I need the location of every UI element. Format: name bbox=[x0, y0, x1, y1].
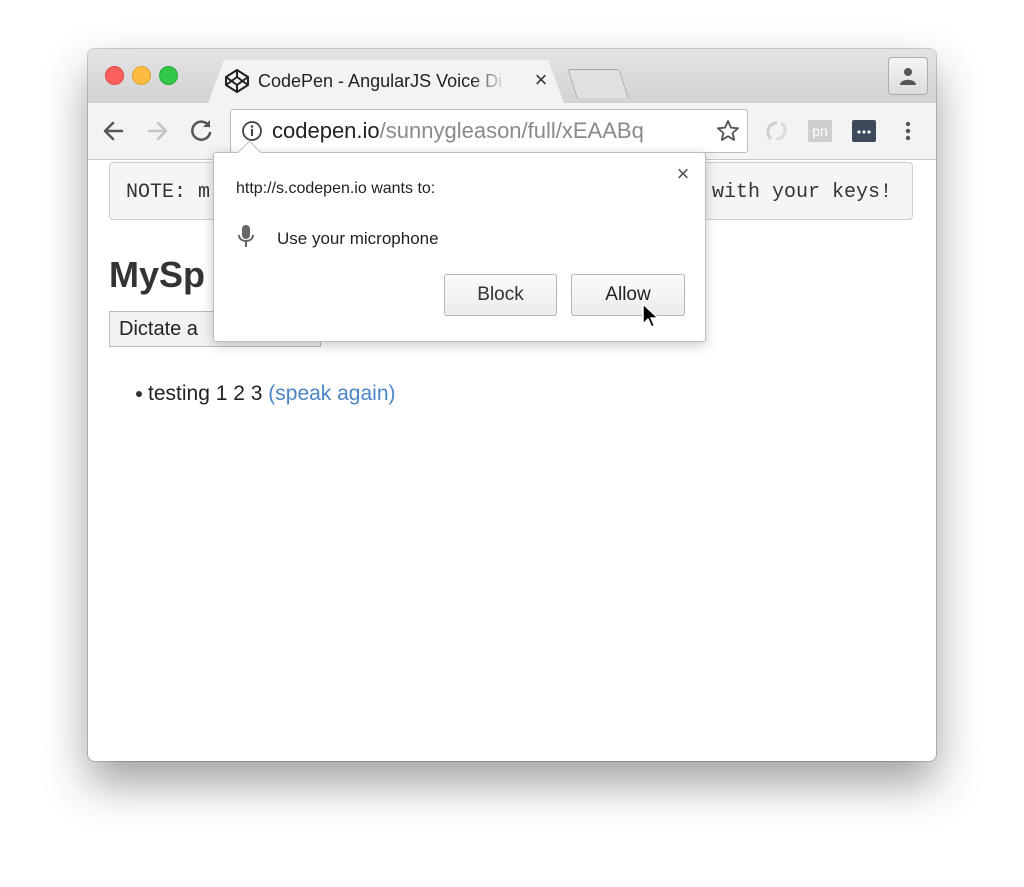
back-arrow-icon[interactable] bbox=[100, 117, 128, 145]
close-window-button[interactable] bbox=[105, 66, 124, 85]
tab-title: CodePen - AngularJS Voice Di bbox=[258, 71, 503, 91]
menu-kebab-icon[interactable] bbox=[900, 119, 916, 143]
microphone-icon bbox=[238, 225, 254, 247]
url-domain: codepen.io bbox=[272, 118, 380, 143]
mouse-cursor-icon bbox=[642, 303, 659, 328]
list-item: testing 1 2 3 (speak again) bbox=[136, 382, 396, 406]
transcript-text: testing 1 2 3 bbox=[148, 382, 263, 405]
profile-button[interactable] bbox=[888, 57, 928, 95]
info-icon[interactable] bbox=[241, 120, 263, 142]
note-text-end: with your keys! bbox=[711, 181, 892, 204]
bookmark-star-icon[interactable] bbox=[716, 119, 740, 143]
codepen-logo-icon bbox=[225, 69, 249, 93]
close-icon[interactable]: × bbox=[672, 163, 694, 185]
title-bar: CodePen - AngularJS Voice Di × bbox=[88, 49, 936, 103]
allow-button[interactable]: Allow bbox=[571, 274, 685, 316]
popup-origin-text: http://s.codepen.io wants to: bbox=[236, 180, 436, 197]
new-tab-button[interactable] bbox=[567, 69, 629, 98]
extension-icon[interactable] bbox=[764, 119, 790, 143]
minimize-window-button[interactable] bbox=[132, 66, 151, 85]
reload-icon[interactable] bbox=[188, 117, 216, 145]
tab-close-icon[interactable]: × bbox=[530, 68, 552, 92]
zoom-window-button[interactable] bbox=[159, 66, 178, 85]
pn-extension-icon[interactable]: pn bbox=[807, 119, 833, 143]
page-title: MySp bbox=[109, 254, 206, 295]
person-icon bbox=[900, 68, 916, 85]
permission-label: Use your microphone bbox=[277, 229, 439, 248]
tab-codepen[interactable]: CodePen - AngularJS Voice Di × bbox=[208, 60, 564, 103]
permission-popup: × http://s.codepen.io wants to: Use your… bbox=[213, 140, 706, 342]
speak-again-link[interactable]: (speak again) bbox=[268, 382, 395, 405]
url-text: codepen.io/sunnygleason/full/xEAABq bbox=[272, 118, 644, 144]
more-extension-icon[interactable] bbox=[851, 119, 877, 143]
url-path: /sunnygleason/full/xEAABq bbox=[379, 118, 644, 143]
note-text-start: NOTE: m bbox=[126, 181, 211, 204]
svg-text:pn: pn bbox=[812, 123, 828, 139]
forward-arrow-icon[interactable] bbox=[143, 117, 171, 145]
address-bar[interactable]: codepen.io/sunnygleason/full/xEAABq bbox=[230, 109, 748, 153]
bullet-icon bbox=[136, 391, 142, 397]
block-button[interactable]: Block bbox=[444, 274, 557, 316]
